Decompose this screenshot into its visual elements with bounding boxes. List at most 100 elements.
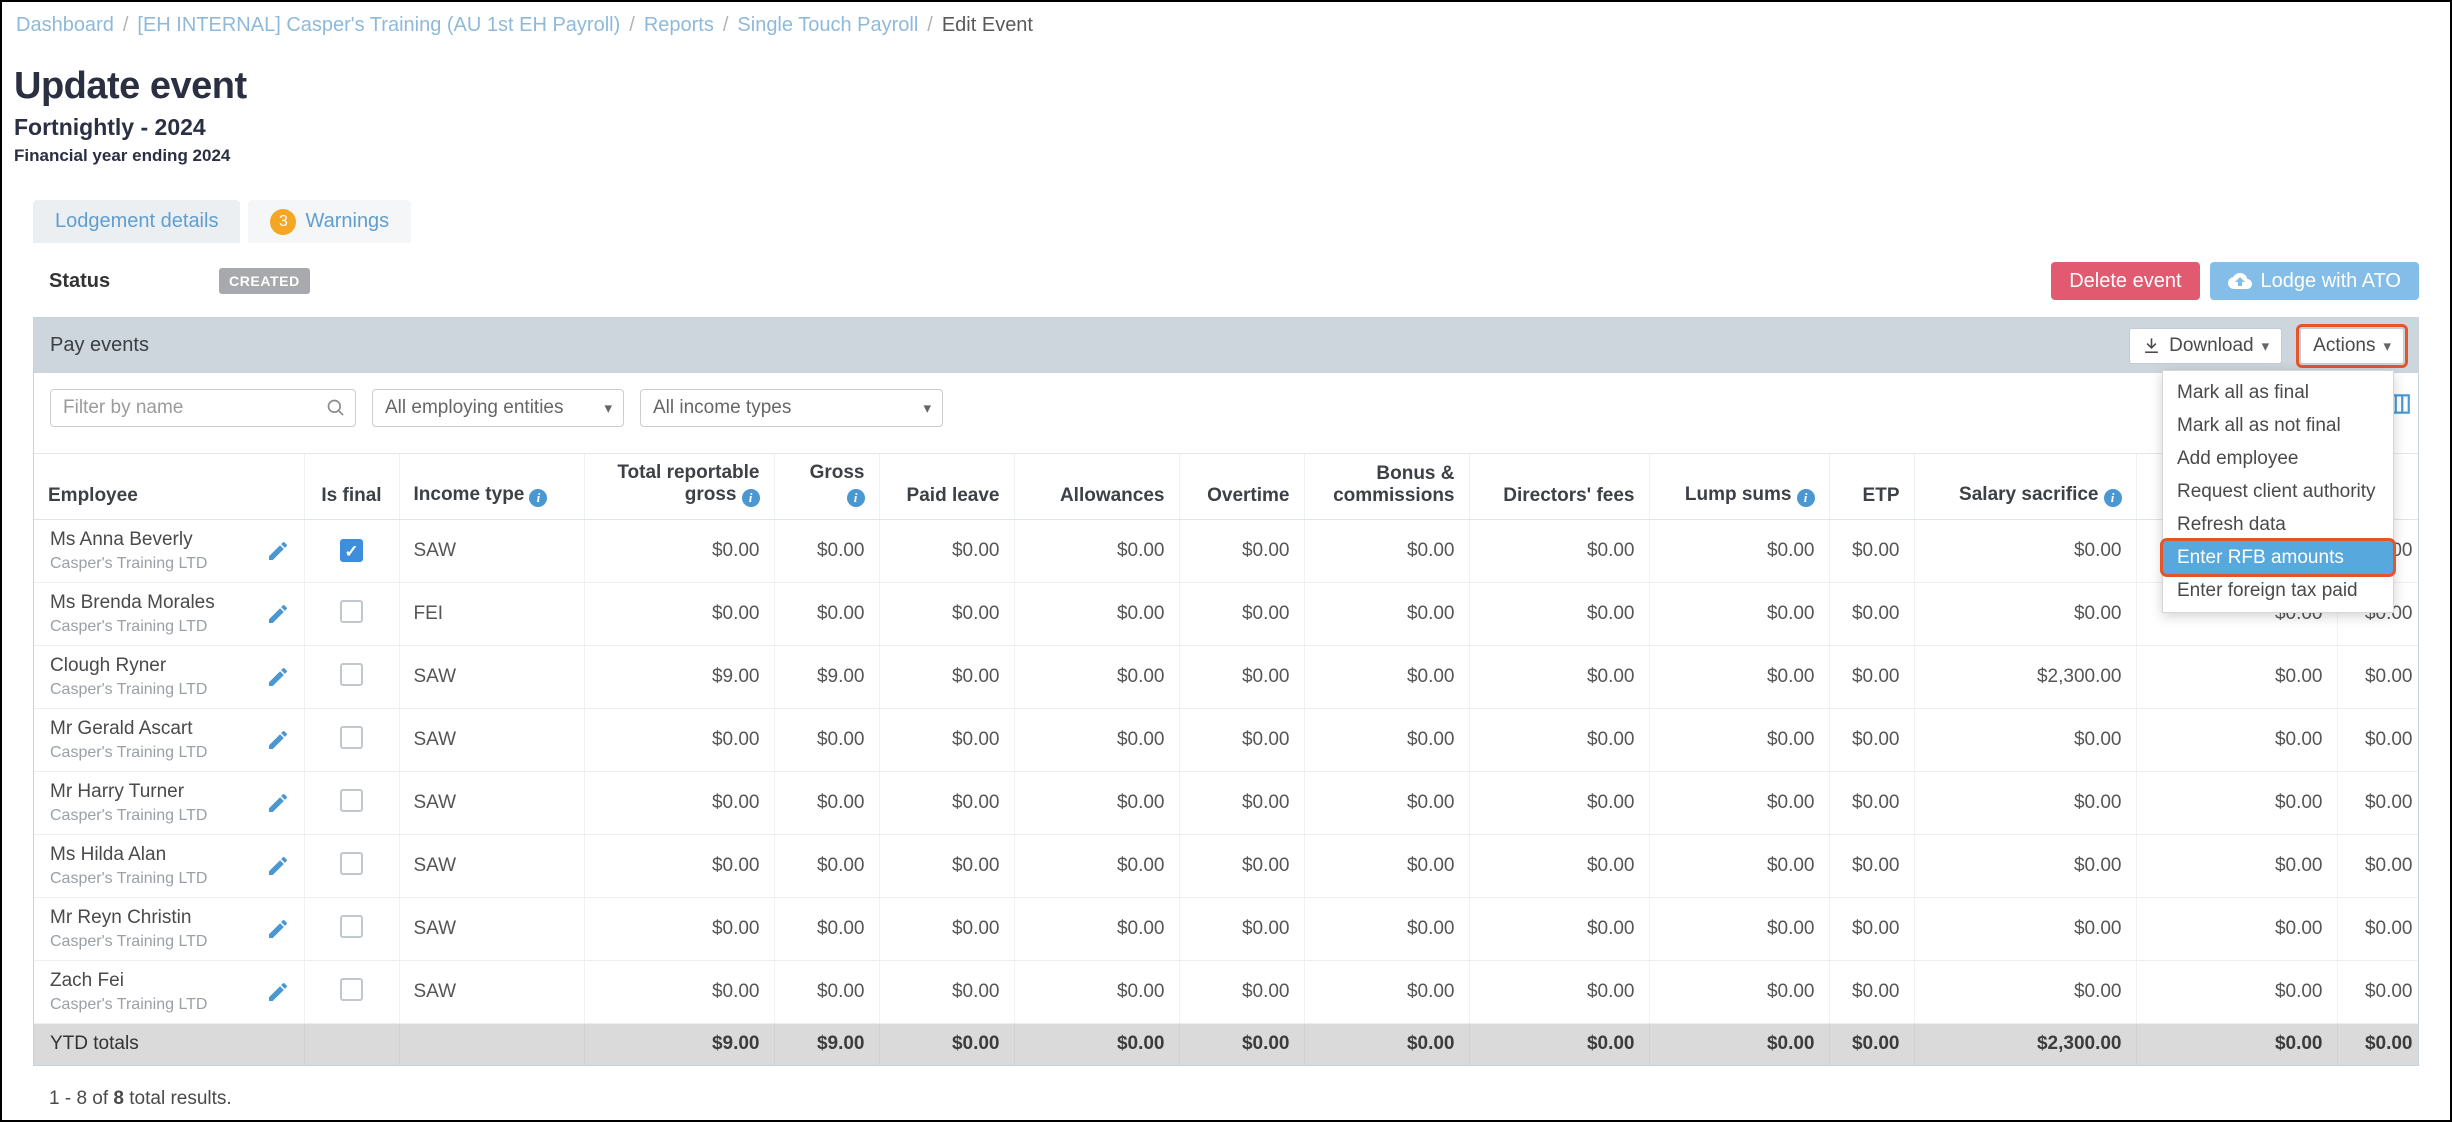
table-scroll-area[interactable]: EmployeeIs finalIncome typeiTotal report… <box>34 454 2418 1065</box>
menu-item[interactable]: Enter RFB amounts <box>2163 541 2393 574</box>
breadcrumb-link[interactable]: Dashboard <box>16 14 114 36</box>
employee-cell: Mr Harry TurnerCasper's Training LTD <box>34 772 304 835</box>
income-type-cell: SAW <box>399 709 584 772</box>
breadcrumb-link[interactable]: Single Touch Payroll <box>737 14 918 36</box>
value-cell: $0.00 <box>1179 583 1304 646</box>
actions-button[interactable]: Actions ▾ <box>2300 328 2404 364</box>
value-cell: $0.00 <box>774 898 879 961</box>
column-header: Grossi <box>774 454 879 520</box>
value-cell: $0.00 <box>1829 835 1914 898</box>
income-type-cell: SAW <box>399 772 584 835</box>
actions-annotation-highlight: Actions ▾ <box>2296 324 2408 368</box>
value-cell: $0.00 <box>2337 772 2418 835</box>
is-final-checkbox[interactable] <box>340 663 363 686</box>
is-final-checkbox[interactable] <box>340 978 363 1001</box>
value-cell: $0.00 <box>1304 772 1469 835</box>
edit-icon[interactable] <box>266 602 290 626</box>
tab-label: Warnings <box>305 210 389 233</box>
income-type-cell: SAW <box>399 898 584 961</box>
menu-item[interactable]: Enter foreign tax paid <box>2163 574 2393 607</box>
edit-icon[interactable] <box>266 917 290 941</box>
info-icon[interactable]: i <box>529 489 547 507</box>
is-final-checkbox[interactable] <box>340 726 363 749</box>
value-cell: $0.00 <box>879 646 1014 709</box>
value-cell: $0.00 <box>1179 646 1304 709</box>
ytd-empty-cell <box>399 1024 584 1065</box>
ytd-empty-cell <box>304 1024 399 1065</box>
ytd-value-cell: $0.00 <box>1469 1024 1649 1065</box>
info-icon[interactable]: i <box>742 489 760 507</box>
tab-warnings[interactable]: 3 Warnings <box>248 200 411 243</box>
menu-item[interactable]: Mark all as not final <box>2163 409 2393 442</box>
breadcrumb-link[interactable]: Reports <box>644 14 714 36</box>
tab-label: Lodgement details <box>55 210 218 233</box>
table-row: Mr Reyn ChristinCasper's Training LTDSAW… <box>34 898 2418 961</box>
is-final-checkbox[interactable] <box>340 789 363 812</box>
value-cell: $0.00 <box>1914 961 2136 1024</box>
column-header: Paid leave <box>879 454 1014 520</box>
value-cell: $0.00 <box>1304 835 1469 898</box>
value-cell: $9.00 <box>774 646 879 709</box>
info-icon[interactable]: i <box>1797 489 1815 507</box>
employing-entities-select[interactable]: All employing entities ▾ <box>372 389 624 427</box>
download-button[interactable]: Download ▾ <box>2129 328 2282 364</box>
pay-events-table: EmployeeIs finalIncome typeiTotal report… <box>34 454 2418 1065</box>
is-final-checkbox[interactable] <box>340 600 363 623</box>
ytd-value-cell: $0.00 <box>879 1024 1014 1065</box>
is-final-checkbox[interactable] <box>340 852 363 875</box>
employee-name: Zach Fei <box>50 970 260 992</box>
filter-name-input[interactable] <box>50 389 356 427</box>
value-cell: $0.00 <box>2136 961 2337 1024</box>
breadcrumb-separator: / <box>927 14 933 36</box>
table-row: Clough RynerCasper's Training LTDSAW$9.0… <box>34 646 2418 709</box>
is-final-cell <box>304 772 399 835</box>
employee-company: Casper's Training LTD <box>50 870 260 888</box>
edit-icon[interactable] <box>266 854 290 878</box>
is-final-cell <box>304 646 399 709</box>
menu-item[interactable]: Mark all as final <box>2163 376 2393 409</box>
employee-company: Casper's Training LTD <box>50 681 260 699</box>
menu-item[interactable]: Request client authority <box>2163 475 2393 508</box>
value-cell: $0.00 <box>879 898 1014 961</box>
employee-cell: Mr Gerald AscartCasper's Training LTD <box>34 709 304 772</box>
income-types-select[interactable]: All income types ▾ <box>640 389 943 427</box>
employee-company: Casper's Training LTD <box>50 996 260 1014</box>
employee-company: Casper's Training LTD <box>50 618 260 636</box>
breadcrumb-link[interactable]: [EH INTERNAL] Casper's Training (AU 1st … <box>137 14 620 36</box>
lodge-with-ato-button[interactable]: Lodge with ATO <box>2210 262 2419 300</box>
delete-event-button[interactable]: Delete event <box>2051 262 2199 300</box>
value-cell: $0.00 <box>1179 520 1304 583</box>
menu-item[interactable]: Refresh data <box>2163 508 2393 541</box>
status-label: Status <box>49 270 219 293</box>
value-cell: $0.00 <box>1649 961 1829 1024</box>
tab-lodgement-details[interactable]: Lodgement details <box>33 200 240 243</box>
edit-icon[interactable] <box>266 539 290 563</box>
info-icon[interactable]: i <box>847 489 865 507</box>
column-header: Total reportable grossi <box>584 454 774 520</box>
edit-icon[interactable] <box>266 980 290 1004</box>
value-cell: $0.00 <box>1649 898 1829 961</box>
edit-icon[interactable] <box>266 791 290 815</box>
edit-icon[interactable] <box>266 665 290 689</box>
value-cell: $0.00 <box>1829 646 1914 709</box>
menu-item[interactable]: Add employee <box>2163 442 2393 475</box>
is-final-checkbox[interactable] <box>340 915 363 938</box>
is-final-checkbox[interactable]: ✓ <box>340 539 363 562</box>
info-icon[interactable]: i <box>2104 489 2122 507</box>
pay-events-panel: Pay events Download ▾ Actions ▾ <box>33 317 2419 1066</box>
value-cell: $0.00 <box>1179 898 1304 961</box>
value-cell: $0.00 <box>879 520 1014 583</box>
tab-bar: Lodgement details 3 Warnings <box>33 200 2450 243</box>
value-cell: $0.00 <box>1304 961 1469 1024</box>
edit-icon[interactable] <box>266 728 290 752</box>
employee-name: Ms Brenda Morales <box>50 592 260 614</box>
value-cell: $0.00 <box>1179 835 1304 898</box>
value-cell: $0.00 <box>1469 709 1649 772</box>
value-cell: $0.00 <box>1469 835 1649 898</box>
is-final-cell <box>304 583 399 646</box>
value-cell: $0.00 <box>1304 583 1469 646</box>
income-type-cell: SAW <box>399 835 584 898</box>
value-cell: $0.00 <box>774 709 879 772</box>
value-cell: $0.00 <box>1829 583 1914 646</box>
table-row: Ms Hilda AlanCasper's Training LTDSAW$0.… <box>34 835 2418 898</box>
